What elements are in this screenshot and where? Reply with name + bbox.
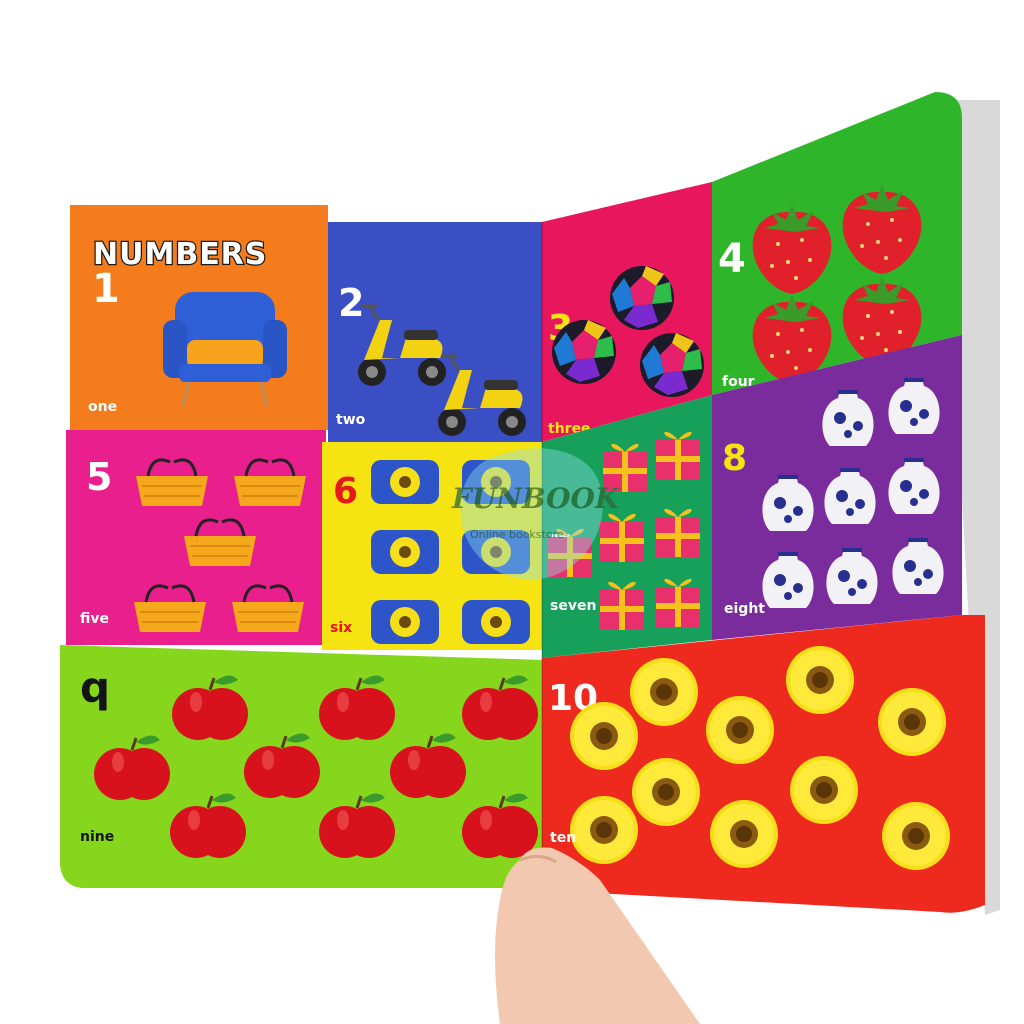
- tile-nine: q nine: [60, 645, 545, 888]
- tile-eight-word: eight: [724, 601, 765, 617]
- tile-five-numeral: 5: [86, 455, 112, 499]
- watermark-subtitle: Online bookstore: [470, 528, 564, 541]
- sunflower-icon: [706, 696, 774, 764]
- tile-one: NUMBERS 1 one: [70, 205, 328, 430]
- tile-ten: 10 ten: [542, 615, 985, 913]
- tile-six-word: six: [330, 620, 352, 636]
- sunflower-icon: [790, 756, 858, 824]
- pillow-icon: [371, 530, 439, 574]
- tile-seven-word: seven: [550, 598, 596, 614]
- tile-nine-numeral: q: [80, 663, 110, 712]
- sunflower-icon: [882, 802, 950, 870]
- sunflower-icon: [786, 646, 854, 714]
- book-photo: NUMBERS 1 one 2 two 5 five 6 six q nine …: [60, 92, 1000, 1024]
- watermark-title: FUNBOOK: [451, 482, 621, 515]
- sunflower-icon: [878, 688, 946, 756]
- tile-two-numeral: 2: [338, 281, 364, 325]
- tile-ten-word: ten: [550, 830, 576, 846]
- tile-five: 5 five: [66, 430, 326, 645]
- pillow-icon: [371, 460, 439, 504]
- sunflower-icon: [632, 758, 700, 826]
- sunflower-icon: [630, 658, 698, 726]
- tile-two: 2 two: [328, 222, 542, 442]
- ball-icon: [640, 333, 704, 397]
- pillow-icon: [371, 600, 439, 644]
- tile-six-numeral: 6: [333, 471, 358, 512]
- sunflower-icon: [710, 800, 778, 868]
- tile-two-word: two: [336, 412, 366, 428]
- tile-eight-numeral: 8: [722, 438, 747, 479]
- tile-one-word: one: [88, 399, 117, 415]
- sunflower-icon: [570, 796, 638, 864]
- tile-nine-word: nine: [80, 829, 114, 845]
- ball-icon: [610, 266, 674, 330]
- tile-one-numeral: 1: [92, 266, 120, 312]
- ball-icon: [552, 320, 616, 384]
- pillow-icon: [462, 600, 530, 644]
- tile-four-numeral: 4: [718, 236, 746, 282]
- sunflower-icon: [570, 702, 638, 770]
- tile-five-word: five: [80, 611, 109, 627]
